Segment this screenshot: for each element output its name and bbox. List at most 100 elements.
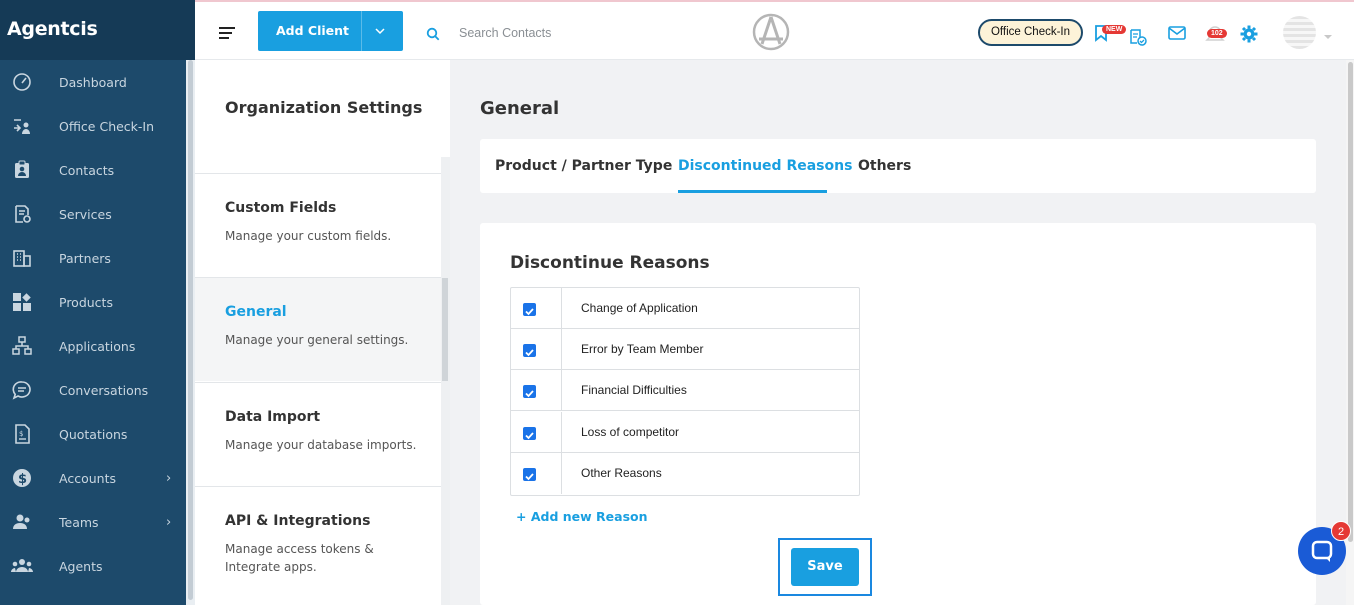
search-contacts-input[interactable] xyxy=(459,21,719,45)
column-divider xyxy=(561,370,562,410)
active-tab-indicator xyxy=(678,190,827,193)
workflow-icon xyxy=(11,335,33,357)
team-icon xyxy=(11,511,33,533)
sidebar-item-accounts[interactable]: $ Accounts › xyxy=(0,456,186,500)
settings-item-desc: Manage your custom fields. xyxy=(225,229,392,243)
reason-checkbox[interactable] xyxy=(523,427,536,440)
chat-unread-badge: 2 xyxy=(1331,521,1351,541)
reason-label: Other Reasons xyxy=(581,466,662,480)
settings-item-desc: Manage your database imports. xyxy=(225,438,417,452)
main-content: General Product / Partner Type Discontin… xyxy=(450,60,1354,605)
reason-checkbox[interactable] xyxy=(523,344,536,357)
chevron-right-icon: › xyxy=(166,514,172,530)
add-client-button[interactable]: Add Client xyxy=(258,11,403,51)
dollar-icon: $ xyxy=(11,467,33,489)
settings-item-desc: Manage access tokens & Integrate apps. xyxy=(225,542,374,574)
mail-icon[interactable] xyxy=(1168,25,1186,44)
add-client-label: Add Client xyxy=(276,23,350,38)
main-scrollbar-thumb[interactable] xyxy=(1348,62,1353,542)
sidebar-item-label: Teams xyxy=(59,514,99,530)
top-header: Add Client Office Check-In NEW 102 xyxy=(195,0,1354,60)
discontinue-reasons-card: Discontinue Reasons Change of Applicatio… xyxy=(480,223,1316,605)
sidebar-item-dashboard[interactable]: Dashboard xyxy=(0,60,186,104)
sidebar-item-label: Applications xyxy=(59,338,136,354)
sidebar-item-office-check-in[interactable]: Office Check-In xyxy=(0,104,186,148)
add-new-reason-link[interactable]: + Add new Reason xyxy=(516,509,648,524)
brand-logo[interactable]: Agentcis xyxy=(0,0,195,60)
settings-scrollbar-thumb[interactable] xyxy=(442,278,448,381)
settings-item-title: Custom Fields xyxy=(225,200,337,216)
reasons-table: Change of Application Error by Team Memb… xyxy=(510,287,860,496)
settings-item-title: API & Integrations xyxy=(225,513,371,529)
contacts-badge-icon xyxy=(11,159,33,181)
sidebar-item-label: Accounts xyxy=(59,470,116,486)
dashboard-gauge-icon xyxy=(11,71,33,93)
page-title: General xyxy=(480,98,560,119)
menu-toggle-icon[interactable] xyxy=(219,27,235,42)
tab-discontinued-reasons[interactable]: Discontinued Reasons xyxy=(678,158,852,174)
sidebar-item-partners[interactable]: Partners xyxy=(0,236,186,280)
sidebar-item-label: Quotations xyxy=(59,426,128,442)
settings-item-api-integrations[interactable]: API & Integrations Manage access tokens … xyxy=(195,486,442,605)
reason-checkbox[interactable] xyxy=(523,385,536,398)
sidebar-item-label: Agents xyxy=(59,558,103,574)
organization-settings-panel: Organization Settings Custom Fields Mana… xyxy=(195,60,450,605)
tab-product-partner-type[interactable]: Product / Partner Type xyxy=(495,158,672,174)
reason-label: Financial Difficulties xyxy=(581,383,687,397)
settings-item-desc: Manage your general settings. xyxy=(225,333,409,347)
column-divider xyxy=(561,329,562,369)
sidebar-item-teams[interactable]: Teams › xyxy=(0,500,186,544)
reason-row: Error by Team Member xyxy=(511,329,859,370)
plus-icon: + xyxy=(516,509,527,524)
sidebar-item-services[interactable]: Services xyxy=(0,192,186,236)
sidebar-item-quotations[interactable]: $ Quotations xyxy=(0,412,186,456)
sidebar-scrollbar-thumb[interactable] xyxy=(188,60,193,600)
settings-panel-title: Organization Settings xyxy=(225,98,423,117)
settings-scrollbar-track[interactable] xyxy=(441,157,450,605)
task-check-icon[interactable] xyxy=(1129,28,1147,50)
user-avatar[interactable] xyxy=(1283,16,1316,49)
sidebar-item-contacts[interactable]: Contacts xyxy=(0,148,186,192)
building-icon xyxy=(11,247,33,269)
card-title: Discontinue Reasons xyxy=(510,253,710,273)
reason-label: Loss of competitor xyxy=(581,425,680,439)
sidebar-item-agents[interactable]: Agents xyxy=(0,544,186,588)
button-divider xyxy=(361,11,362,51)
svg-text:$: $ xyxy=(18,472,27,487)
reason-row: Other Reasons xyxy=(511,453,859,494)
column-divider xyxy=(561,288,562,328)
gear-icon[interactable] xyxy=(1240,25,1258,47)
reason-checkbox[interactable] xyxy=(523,303,536,316)
sidebar-item-conversations[interactable]: Conversations xyxy=(0,368,186,412)
column-divider xyxy=(561,453,562,494)
sidebar-item-label: Contacts xyxy=(59,162,115,178)
office-check-in-button[interactable]: Office Check-In xyxy=(978,19,1083,46)
chevron-down-icon[interactable] xyxy=(375,24,385,39)
search-icon[interactable] xyxy=(426,26,440,45)
settings-item-title: Data Import xyxy=(225,409,321,425)
chevron-down-icon[interactable] xyxy=(1323,26,1333,45)
tab-others[interactable]: Others xyxy=(858,158,911,174)
column-divider xyxy=(561,412,562,452)
reason-row: Financial Difficulties xyxy=(511,370,859,411)
chat-bubble-icon xyxy=(11,379,33,401)
settings-item-general[interactable]: General Manage your general settings. xyxy=(195,277,442,381)
sidebar-item-label: Partners xyxy=(59,250,111,266)
add-reason-label: Add new Reason xyxy=(530,509,648,524)
settings-tabs: Product / Partner Type Discontinued Reas… xyxy=(480,139,1316,193)
reason-checkbox[interactable] xyxy=(523,468,536,481)
sidebar-item-products[interactable]: Products xyxy=(0,280,186,324)
reason-label: Error by Team Member xyxy=(581,342,704,356)
sidebar-item-label: Products xyxy=(59,294,113,310)
settings-item-title: General xyxy=(225,304,287,320)
company-logo-icon[interactable] xyxy=(752,13,790,55)
reason-label: Change of Application xyxy=(581,301,698,315)
new-badge: NEW xyxy=(1102,25,1127,34)
settings-item-data-import[interactable]: Data Import Manage your database imports… xyxy=(195,382,442,486)
save-button[interactable]: Save xyxy=(791,548,859,586)
sidebar-item-applications[interactable]: Applications xyxy=(0,324,186,368)
settings-item-custom-fields[interactable]: Custom Fields Manage your custom fields. xyxy=(195,173,442,277)
sidebar: Agentcis Dashboard Office Check-In Conta… xyxy=(0,0,195,605)
svg-text:$: $ xyxy=(19,430,23,438)
products-grid-icon xyxy=(11,291,33,313)
